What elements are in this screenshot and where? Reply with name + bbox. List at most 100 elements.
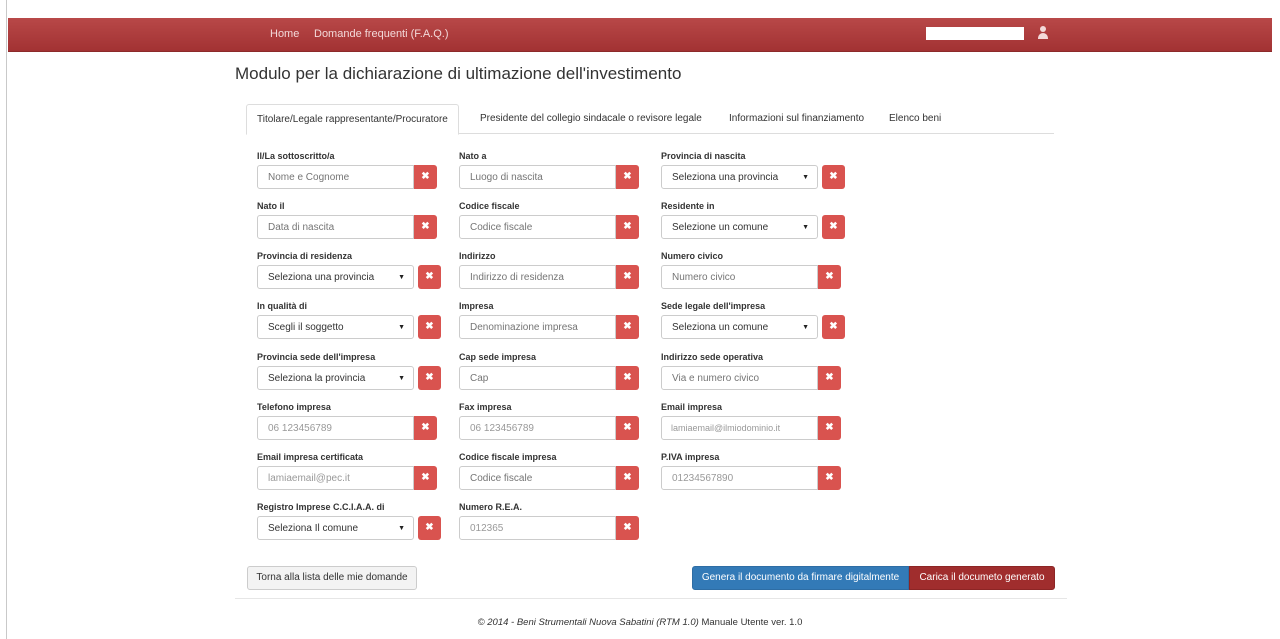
provincia-sede-select[interactable]: Seleziona la provincia ▼ — [257, 366, 414, 390]
codice-fiscale-impresa-label: Codice fiscale impresa — [459, 452, 557, 462]
chevron-down-icon: ▼ — [398, 375, 405, 382]
numero-civico-group: ✖ — [661, 265, 841, 289]
sede-legale-value: Seleziona un comune — [672, 322, 769, 333]
nato-il-input[interactable] — [257, 215, 414, 239]
in-qualita-select[interactable]: Scegli il soggetto ▼ — [257, 315, 414, 339]
registro-imprese-select[interactable]: Seleziona Il comune ▼ — [257, 516, 414, 540]
provincia-nascita-group: Seleziona una provincia ▼ ✖ — [661, 165, 845, 189]
top-navbar: Home Domande frequenti (F.A.Q.) — [8, 18, 1272, 52]
nav-home-link[interactable]: Home — [270, 28, 299, 40]
user-name-redacted[interactable] — [926, 27, 1024, 40]
footer-divider — [235, 598, 1067, 599]
generate-document-button[interactable]: Genera il documento da firmare digitalme… — [692, 566, 909, 590]
codice-fiscale-group: ✖ — [459, 215, 639, 239]
email-pec-input[interactable] — [257, 466, 414, 490]
provincia-sede-group: Seleziona la provincia ▼ ✖ — [257, 366, 441, 390]
provincia-residenza-select[interactable]: Seleziona una provincia ▼ — [257, 265, 414, 289]
residente-in-label: Residente in — [661, 201, 715, 211]
clear-codice-fiscale-impresa-button[interactable]: ✖ — [616, 466, 639, 490]
window-edge — [6, 0, 7, 639]
email-input[interactable] — [661, 416, 818, 440]
tab-elenco-beni[interactable]: Elenco beni — [879, 104, 951, 134]
numero-rea-input[interactable] — [459, 516, 616, 540]
clear-impresa-button[interactable]: ✖ — [616, 315, 639, 339]
clear-indirizzo-sede-button[interactable]: ✖ — [818, 366, 841, 390]
registro-imprese-label: Registro Imprese C.C.I.A.A. di — [257, 502, 385, 512]
sottoscritto-input[interactable] — [257, 165, 414, 189]
clear-registro-imprese-button[interactable]: ✖ — [418, 516, 441, 540]
provincia-sede-label: Provincia sede dell'impresa — [257, 352, 376, 362]
clear-indirizzo-button[interactable]: ✖ — [616, 265, 639, 289]
impresa-group: ✖ — [459, 315, 639, 339]
numero-civico-label: Numero civico — [661, 251, 724, 261]
email-pec-label: Email impresa certificata — [257, 452, 364, 462]
numero-civico-input[interactable] — [661, 265, 818, 289]
upload-document-button[interactable]: Carica il documeto generato — [909, 566, 1055, 590]
in-qualita-value: Scegli il soggetto — [268, 322, 344, 333]
codice-fiscale-input[interactable] — [459, 215, 616, 239]
nato-il-label: Nato il — [257, 201, 285, 211]
user-manual-link[interactable]: Manuale Utente ver. 1.0 — [701, 617, 802, 628]
provincia-nascita-label: Provincia di nascita — [661, 151, 746, 161]
footer-copyright: © 2014 - Beni Strumentali Nuova Sabatini… — [477, 617, 699, 628]
clear-sottoscritto-button[interactable]: ✖ — [414, 165, 437, 189]
clear-cap-sede-button[interactable]: ✖ — [616, 366, 639, 390]
sottoscritto-label: Il/La sottoscritto/a — [257, 151, 335, 161]
residente-in-group: Selezione un comune ▼ ✖ — [661, 215, 845, 239]
provincia-residenza-label: Provincia di residenza — [257, 251, 353, 261]
tab-presidente[interactable]: Presidente del collegio sindacale o revi… — [470, 104, 712, 134]
cap-sede-input[interactable] — [459, 366, 616, 390]
nato-a-group: ✖ — [459, 165, 639, 189]
clear-residente-in-button[interactable]: ✖ — [822, 215, 845, 239]
tab-finanziamento[interactable]: Informazioni sul finanziamento — [719, 104, 874, 134]
tab-titolare[interactable]: Titolare/Legale rappresentante/Procurato… — [246, 104, 459, 135]
piva-input[interactable] — [661, 466, 818, 490]
sede-legale-label: Sede legale dell'impresa — [661, 301, 766, 311]
clear-email-button[interactable]: ✖ — [818, 416, 841, 440]
indirizzo-sede-input[interactable] — [661, 366, 818, 390]
clear-numero-rea-button[interactable]: ✖ — [616, 516, 639, 540]
clear-numero-civico-button[interactable]: ✖ — [818, 265, 841, 289]
fax-input[interactable] — [459, 416, 616, 440]
impresa-label: Impresa — [459, 301, 494, 311]
provincia-sede-value: Seleziona la provincia — [268, 373, 366, 384]
sottoscritto-group: ✖ — [257, 165, 437, 189]
sede-legale-select[interactable]: Seleziona un comune ▼ — [661, 315, 818, 339]
impresa-input[interactable] — [459, 315, 616, 339]
nato-a-input[interactable] — [459, 165, 616, 189]
telefono-label: Telefono impresa — [257, 402, 331, 412]
indirizzo-sede-group: ✖ — [661, 366, 841, 390]
indirizzo-input[interactable] — [459, 265, 616, 289]
codice-fiscale-label: Codice fiscale — [459, 201, 520, 211]
nav-faq-link[interactable]: Domande frequenti (F.A.Q.) — [314, 28, 449, 40]
provincia-nascita-select[interactable]: Seleziona una provincia ▼ — [661, 165, 818, 189]
clear-codice-fiscale-button[interactable]: ✖ — [616, 215, 639, 239]
telefono-input[interactable] — [257, 416, 414, 440]
chevron-down-icon: ▼ — [398, 274, 405, 281]
nato-il-group: ✖ — [257, 215, 437, 239]
clear-fax-button[interactable]: ✖ — [616, 416, 639, 440]
clear-telefono-button[interactable]: ✖ — [414, 416, 437, 440]
codice-fiscale-impresa-input[interactable] — [459, 466, 616, 490]
clear-sede-legale-button[interactable]: ✖ — [822, 315, 845, 339]
back-to-list-button[interactable]: Torna alla lista delle mie domande — [247, 566, 417, 590]
clear-provincia-residenza-button[interactable]: ✖ — [418, 265, 441, 289]
clear-email-pec-button[interactable]: ✖ — [414, 466, 437, 490]
piva-label: P.IVA impresa — [661, 452, 720, 462]
clear-provincia-nascita-button[interactable]: ✖ — [822, 165, 845, 189]
indirizzo-group: ✖ — [459, 265, 639, 289]
clear-in-qualita-button[interactable]: ✖ — [418, 315, 441, 339]
residente-in-select[interactable]: Selezione un comune ▼ — [661, 215, 818, 239]
provincia-residenza-value: Seleziona una provincia — [268, 272, 375, 283]
piva-group: ✖ — [661, 466, 841, 490]
numero-rea-label: Numero R.E.A. — [459, 502, 523, 512]
telefono-group: ✖ — [257, 416, 437, 440]
provincia-residenza-group: Seleziona una provincia ▼ ✖ — [257, 265, 441, 289]
clear-piva-button[interactable]: ✖ — [818, 466, 841, 490]
fax-group: ✖ — [459, 416, 639, 440]
provincia-nascita-value: Seleziona una provincia — [672, 172, 779, 183]
user-icon[interactable] — [1038, 26, 1048, 39]
clear-provincia-sede-button[interactable]: ✖ — [418, 366, 441, 390]
clear-nato-a-button[interactable]: ✖ — [616, 165, 639, 189]
clear-nato-il-button[interactable]: ✖ — [414, 215, 437, 239]
